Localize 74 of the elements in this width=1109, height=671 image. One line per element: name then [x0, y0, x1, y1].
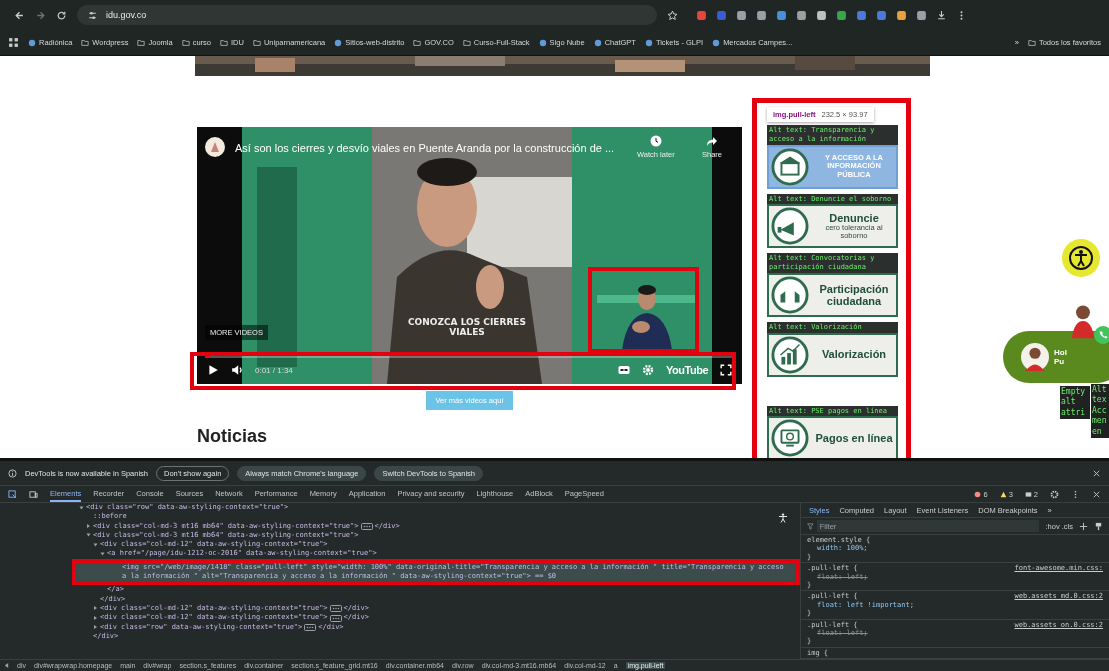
folder-icon: [220, 38, 228, 47]
chat-widget[interactable]: Hol Pu: [1003, 331, 1109, 383]
site-icon: [28, 38, 36, 47]
ellipsis-icon[interactable]: [329, 605, 342, 613]
paint-icon[interactable]: [1094, 521, 1103, 531]
extension-icon[interactable]: [916, 9, 927, 21]
apps-icon[interactable]: [8, 37, 19, 48]
expand-arrow-icon[interactable]: [87, 524, 90, 529]
site-icon: [334, 38, 343, 47]
site-icon: [593, 38, 602, 47]
ellipsis-icon[interactable]: [360, 523, 373, 531]
extension-icon[interactable]: [836, 9, 847, 21]
expand-arrow-icon[interactable]: [100, 552, 105, 556]
expand-arrow-icon[interactable]: [93, 543, 98, 547]
banner-link[interactable]: Valorización: [767, 332, 898, 377]
close-icon[interactable]: [1092, 468, 1101, 478]
scroll-left-icon[interactable]: [4, 663, 9, 668]
extension-icon[interactable]: [856, 9, 867, 21]
folder-icon: [1027, 38, 1036, 47]
star-icon[interactable]: [667, 9, 678, 21]
chat-text: Pu: [1054, 357, 1066, 366]
plus-icon[interactable]: [1079, 521, 1088, 531]
extension-icon[interactable]: [816, 9, 827, 21]
extension-icon[interactable]: [796, 9, 807, 21]
building-icon: [771, 147, 809, 186]
folder-icon: [462, 38, 471, 47]
alt-text-label: Empty alt attri: [1060, 386, 1090, 420]
back-icon[interactable]: [14, 9, 25, 21]
folder-icon: [413, 38, 422, 47]
avatar-icon: [1021, 343, 1049, 371]
extension-icon[interactable]: [776, 9, 787, 21]
accessibility-icon[interactable]: [778, 513, 788, 523]
folder-icon: [137, 38, 146, 47]
megaphone-icon: [771, 207, 809, 246]
inspect-icon[interactable]: [8, 489, 17, 499]
banner-link[interactable]: Pagos en línea: [767, 416, 898, 458]
reload-icon[interactable]: [56, 9, 67, 21]
extension-icon[interactable]: [896, 9, 907, 21]
chat-greeting: Hol: [1054, 348, 1067, 357]
info-icon: [8, 468, 17, 478]
extension-icon[interactable]: [876, 9, 887, 21]
expand-arrow-icon[interactable]: [94, 615, 97, 620]
accessibility-button[interactable]: [1062, 239, 1100, 277]
address-bar[interactable]: idu.gov.co: [77, 5, 657, 25]
ellipsis-icon[interactable]: [304, 624, 317, 632]
expand-arrow-icon[interactable]: [86, 533, 91, 537]
forward-icon[interactable]: [35, 9, 46, 21]
alt-text-label: Alt tex Acc men en: [1091, 384, 1109, 438]
extension-icon[interactable]: [756, 9, 767, 21]
hands-icon: [771, 275, 809, 314]
monitor-icon: [771, 419, 809, 458]
site-icon: [712, 38, 721, 47]
folder-icon: [81, 38, 90, 47]
ellipsis-icon[interactable]: [329, 614, 342, 622]
extension-icon[interactable]: [696, 9, 707, 21]
expand-arrow-icon[interactable]: [79, 506, 84, 509]
folder-icon: [181, 38, 190, 47]
agent-icon: [1070, 303, 1096, 339]
expand-arrow-icon[interactable]: [94, 606, 97, 611]
section-heading: Noticias: [197, 426, 269, 447]
settings-icon[interactable]: [1050, 489, 1059, 499]
device-icon[interactable]: [29, 489, 38, 499]
whatsapp-icon[interactable]: [1094, 326, 1109, 344]
folder-icon: [252, 38, 261, 47]
close-icon[interactable]: [1092, 489, 1101, 499]
site-icon: [538, 38, 547, 47]
filter-icon: [807, 522, 814, 530]
download-icon[interactable]: [936, 9, 947, 21]
site-icon: [644, 38, 653, 47]
expand-arrow-icon[interactable]: [94, 625, 97, 630]
extension-icon[interactable]: [736, 9, 747, 21]
banner-link[interactable]: Participación ciudadana: [767, 272, 898, 317]
chart-icon: [771, 335, 809, 374]
site-settings-icon[interactable]: [87, 9, 98, 21]
